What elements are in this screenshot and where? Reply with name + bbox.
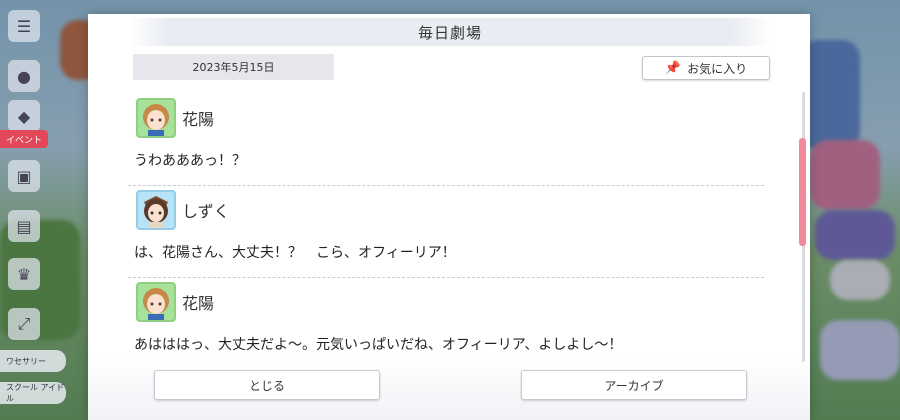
dialogue-line: あはははっ、大丈夫だよ～。元気いっぱいだね、オフィーリア、よしよし～！: [134, 337, 623, 353]
hanayo-portrait-icon: [143, 104, 169, 136]
card-icon[interactable]: ▤: [8, 210, 40, 242]
dialogue-line: は、花陽さん、大丈夫！？ こら、オフィーリア！: [134, 245, 456, 261]
speaker-name: 花陽: [182, 294, 215, 313]
dialogue-entry: 花陽 うわあああっ！？: [128, 94, 764, 186]
pin-icon: 📌: [664, 60, 682, 76]
scrollbar-thumb[interactable]: [799, 138, 806, 246]
speaker-name: しずく: [182, 202, 230, 221]
left-menu-bar: ☰ ● ◆ イベント ▣ ▤ ♛ ⤢ ワセサリー スクール アイドル: [0, 0, 66, 420]
date-badge: 2023年5月15日: [133, 54, 334, 80]
close-button[interactable]: とじる: [154, 370, 380, 400]
accessory-label[interactable]: ワセサリー: [0, 350, 66, 372]
gift-shop-icon[interactable]: ◆: [8, 100, 40, 132]
dialogue-log[interactable]: 花陽 うわあああっ！？ しずく は、花陽さん、大丈夫！？ こら、オフィーリア！: [128, 94, 764, 364]
dialogue-entry: 花陽 あはははっ、大丈夫だよ～。元気いっぱいだね、オフィーリア、よしよし～！: [128, 278, 764, 364]
event-tag: イベント: [0, 130, 48, 148]
hanayo-avatar: [136, 282, 176, 322]
shizuku-avatar: [136, 190, 176, 230]
hanayo-avatar: [136, 98, 176, 138]
hanayo-portrait-icon: [143, 288, 169, 320]
chat-icon[interactable]: ●: [8, 60, 40, 92]
school-idol-label[interactable]: スクール アイドル: [0, 382, 66, 404]
trophy-icon[interactable]: ♛: [8, 258, 40, 290]
menu-icon[interactable]: ☰: [8, 10, 40, 42]
archive-button[interactable]: アーカイブ: [521, 370, 747, 400]
dialog-title: 毎日劇場: [130, 18, 770, 46]
speaker-name: 花陽: [182, 110, 215, 129]
dialogue-entry: しずく は、花陽さん、大丈夫！？ こら、オフィーリア！: [128, 186, 764, 278]
shizuku-portrait-icon: [144, 196, 168, 228]
favorite-label: お気に入り: [687, 61, 748, 76]
daily-theater-dialog: 毎日劇場 2023年5月15日 📌 お気に入り 花陽 うわあああっ！？ しずく …: [88, 14, 810, 420]
expand-icon[interactable]: ⤢: [8, 308, 40, 340]
favorite-button[interactable]: 📌 お気に入り: [642, 56, 770, 80]
present-icon[interactable]: ▣: [8, 160, 40, 192]
dialogue-line: うわあああっ！？: [134, 153, 246, 169]
